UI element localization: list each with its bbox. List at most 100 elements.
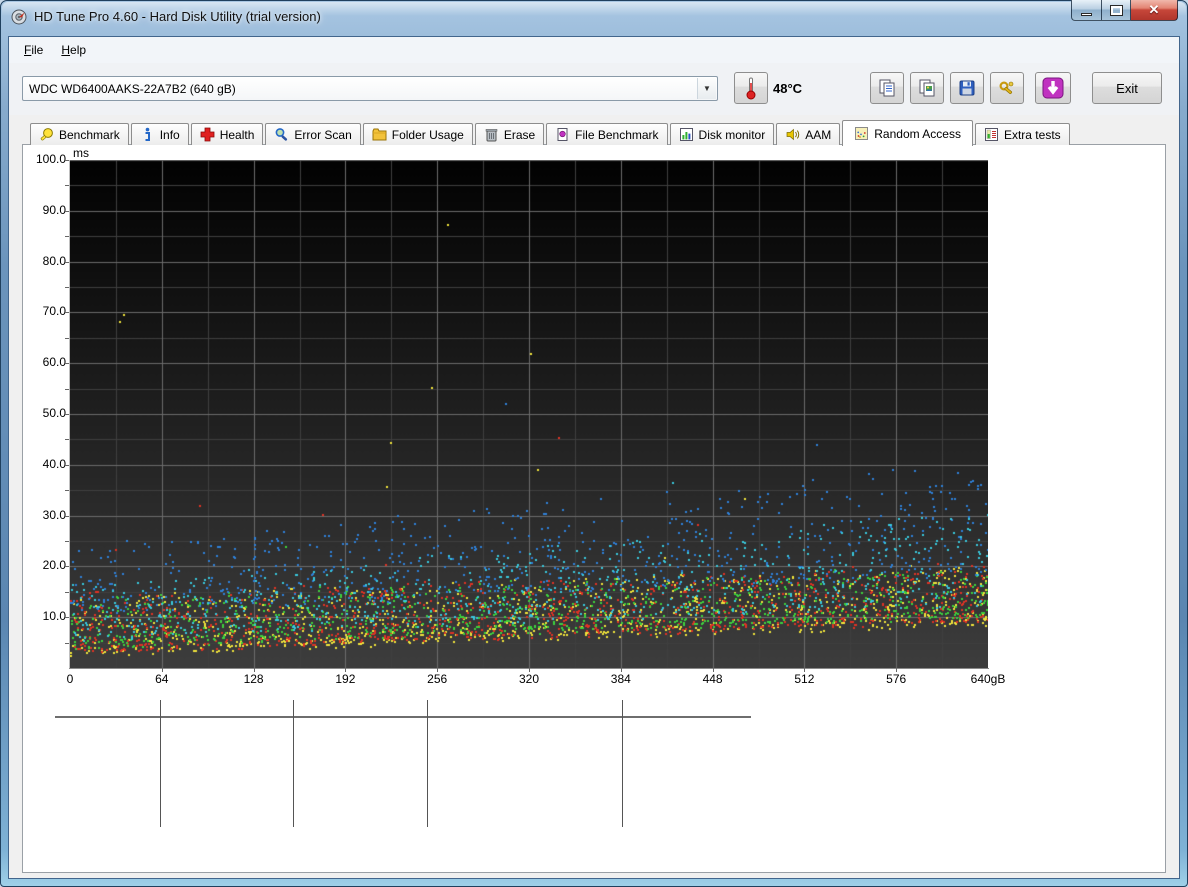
x-axis-tick: [713, 668, 714, 672]
window-controls: ✕: [1071, 0, 1178, 21]
x-axis-tick: [437, 668, 438, 672]
options-button[interactable]: [990, 72, 1024, 104]
x-tick-label: 64: [130, 672, 194, 686]
speaker-icon: [785, 127, 800, 142]
y-axis-unit-label: ms: [73, 146, 89, 160]
tab-health[interactable]: Health: [191, 123, 264, 145]
tab-label: Erase: [504, 128, 535, 142]
exit-button[interactable]: Exit: [1092, 72, 1162, 104]
x-tick-label: 0: [38, 672, 102, 686]
y-axis-tick: [65, 312, 69, 313]
tab-label: Extra tests: [1004, 128, 1061, 142]
x-axis-tick: [345, 668, 346, 672]
y-axis-tick: [65, 414, 69, 415]
tab-aam[interactable]: AAM: [776, 123, 840, 145]
y-axis-tick: [65, 592, 69, 593]
tab-info[interactable]: Info: [131, 123, 189, 145]
tab-label: Health: [220, 128, 255, 142]
tab-folder-usage[interactable]: Folder Usage: [363, 123, 473, 145]
save-button[interactable]: [950, 72, 984, 104]
x-tick-label: 128: [222, 672, 286, 686]
x-axis-tick: [529, 668, 530, 672]
y-tick-label: 80.0: [28, 254, 66, 268]
temperature-button[interactable]: [734, 72, 768, 104]
minimize-icon: [1081, 13, 1092, 16]
y-axis-tick: [65, 541, 69, 542]
health-cross-icon: [200, 127, 215, 142]
tab-benchmark[interactable]: Benchmark: [30, 123, 129, 145]
thermometer-icon: [745, 76, 757, 100]
tab-error-scan[interactable]: Error Scan: [265, 123, 360, 145]
y-tick-label: 30.0: [28, 508, 66, 522]
close-icon: ✕: [1149, 2, 1160, 18]
y-axis-tick: [65, 236, 69, 237]
column-divider: [293, 700, 294, 827]
x-tick-label: 320: [497, 672, 561, 686]
chevron-down-icon[interactable]: ▼: [697, 78, 716, 99]
x-tick-label: 192: [313, 672, 377, 686]
download-arrow-icon: [1041, 76, 1065, 100]
y-axis-tick: [65, 566, 69, 567]
copy-image-button[interactable]: [910, 72, 944, 104]
app-icon: [11, 9, 27, 25]
y-axis-tick: [65, 262, 69, 263]
copy-image-icon: [917, 78, 937, 98]
capture-button[interactable]: [1035, 72, 1071, 104]
drive-select-value: WDC WD6400AAKS-22A7B2 (640 gB): [29, 82, 236, 96]
tab-extra-tests[interactable]: Extra tests: [975, 123, 1070, 145]
x-tick-label: 384: [589, 672, 653, 686]
x-tick-label: 448: [681, 672, 745, 686]
y-axis-tick: [65, 287, 69, 288]
close-button[interactable]: ✕: [1131, 0, 1178, 21]
tab-random-access[interactable]: Random Access: [842, 120, 973, 146]
y-axis-tick: [65, 617, 69, 618]
benchmark-icon: [39, 127, 54, 142]
copy-text-button[interactable]: [870, 72, 904, 104]
minimize-button[interactable]: [1071, 0, 1102, 21]
tab-file-benchmark[interactable]: File Benchmark: [546, 123, 667, 145]
title-bar[interactable]: HD Tune Pro 4.60 - Hard Disk Utility (tr…: [0, 0, 1188, 34]
tab-label: File Benchmark: [575, 128, 658, 142]
x-tick-label: 512: [772, 672, 836, 686]
x-tick-label: 640gB: [956, 672, 1020, 686]
bar-chart-icon: [679, 127, 694, 142]
column-divider: [427, 700, 428, 827]
column-divider: [622, 700, 623, 827]
menu-file[interactable]: File: [15, 39, 52, 61]
y-axis-tick: [65, 643, 69, 644]
y-axis-tick: [65, 465, 69, 466]
y-tick-label: 40.0: [28, 457, 66, 471]
window-title: HD Tune Pro 4.60 - Hard Disk Utility (tr…: [34, 9, 321, 24]
drive-select[interactable]: WDC WD6400AAKS-22A7B2 (640 gB) ▼: [22, 76, 718, 101]
temperature-value: 48°C: [773, 81, 802, 96]
folder-icon: [372, 127, 387, 142]
file-benchmark-icon: [555, 127, 570, 142]
tab-erase[interactable]: Erase: [475, 123, 544, 145]
y-axis-tick: [65, 211, 69, 212]
scatter-chart: [70, 160, 988, 668]
save-icon: [957, 78, 977, 98]
y-axis-tick: [65, 185, 69, 186]
y-axis-tick: [65, 490, 69, 491]
menu-help[interactable]: Help: [52, 39, 95, 61]
y-axis-tick: [65, 363, 69, 364]
y-axis-line: [69, 160, 70, 669]
tab-label: Error Scan: [294, 128, 351, 142]
y-tick-label: 60.0: [28, 355, 66, 369]
y-axis-tick: [65, 338, 69, 339]
tab-bar: Benchmark Info Health Error Scan Folder …: [30, 119, 1072, 145]
maximize-button[interactable]: [1102, 0, 1131, 21]
trash-icon: [484, 127, 499, 142]
options-icon: [997, 78, 1017, 98]
tab-disk-monitor[interactable]: Disk monitor: [670, 123, 775, 145]
y-axis-tick: [65, 389, 69, 390]
tab-label: Disk monitor: [699, 128, 766, 142]
tab-label: Random Access: [874, 127, 961, 141]
y-tick-label: 20.0: [28, 558, 66, 572]
x-axis-tick: [254, 668, 255, 672]
tab-label: Info: [160, 128, 180, 142]
y-tick-label: 90.0: [28, 203, 66, 217]
y-tick-label: 100.0: [28, 152, 66, 166]
menu-bar: FileHelp: [9, 37, 1179, 63]
x-axis-tick: [162, 668, 163, 672]
